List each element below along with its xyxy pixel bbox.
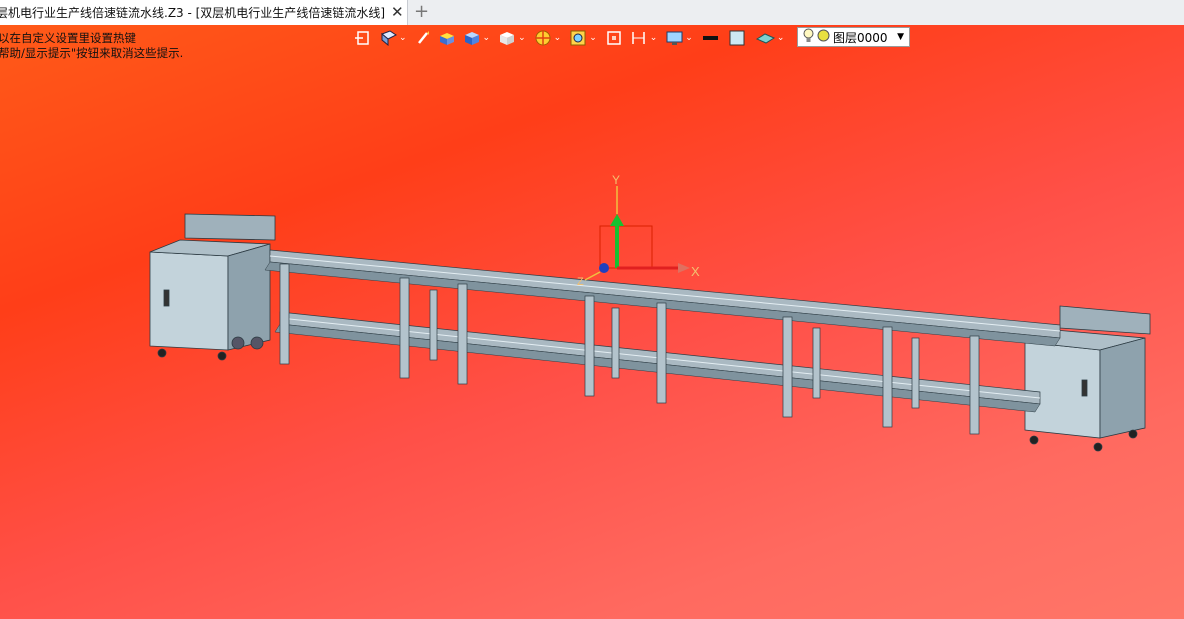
hint-line-2: 帮助/显示提示"按钮来取消这些提示.	[0, 45, 184, 60]
hint-line-1: 以在自定义设置里设置热键	[0, 31, 136, 45]
fill-color-icon[interactable]	[729, 28, 747, 48]
section-view-icon[interactable]: ⌄	[535, 28, 562, 48]
pen-icon[interactable]	[416, 28, 430, 48]
plane-icon[interactable]: ⌄	[755, 28, 785, 48]
y-axis-label: Y	[612, 173, 620, 187]
coordinate-triad: Y X Z	[577, 173, 700, 288]
layer-selector[interactable]: 图层0000 ▼	[797, 27, 910, 47]
hotkey-hint: 以在自定义设置里设置热键 帮助/显示提示"按钮来取消这些提示.	[0, 31, 183, 60]
plus-icon[interactable]: +	[414, 1, 429, 23]
document-tab-title: 层机电行业生产线倍速链流水线.Z3 - [双层机电行业生产线倍速链流水线]	[0, 6, 385, 20]
tab-bar: 层机电行业生产线倍速链流水线.Z3 - [双层机电行业生产线倍速链流水线] ✕ …	[0, 0, 1184, 26]
zoom-icon[interactable]: ⌄	[570, 28, 597, 48]
chevron-down-icon[interactable]: ⌄	[399, 33, 407, 43]
chevron-down-icon[interactable]: ▼	[897, 32, 904, 42]
chevron-down-icon[interactable]: ⌄	[554, 33, 562, 43]
z-axis-label: Z	[577, 276, 584, 288]
chevron-down-icon[interactable]: ⌄	[518, 33, 526, 43]
frame-view-icon[interactable]: ⌄	[631, 28, 658, 48]
line-color-icon[interactable]	[702, 28, 720, 48]
chevron-down-icon[interactable]: ⌄	[589, 33, 597, 43]
view-toolbar: ⌄ ⌄ ⌄ ⌄ ⌄ ⌄ ⌄ ⌄	[355, 27, 793, 49]
render-mode-icon[interactable]: ⌄	[380, 28, 407, 48]
layer-status-icon[interactable]	[817, 29, 830, 45]
x-axis-label: X	[691, 264, 700, 279]
layer-value: 图层0000	[833, 30, 888, 45]
bulb-icon[interactable]	[803, 28, 814, 46]
close-icon[interactable]: ✕	[391, 5, 404, 20]
chevron-down-icon[interactable]: ⌄	[777, 33, 785, 43]
chevron-down-icon[interactable]: ⌄	[685, 33, 693, 43]
view-select-icon[interactable]	[355, 28, 371, 48]
solid-cube-icon[interactable]: ⌄	[464, 28, 491, 48]
display-icon[interactable]: ⌄	[666, 28, 693, 48]
chevron-down-icon[interactable]: ⌄	[650, 33, 658, 43]
left-cabinet	[149, 213, 276, 361]
fit-view-icon[interactable]	[606, 28, 622, 48]
shaded-box-icon[interactable]	[439, 28, 455, 48]
document-tab[interactable]: 层机电行业生产线倍速链流水线.Z3 - [双层机电行业生产线倍速链流水线] ✕	[0, 0, 408, 25]
white-cube-icon[interactable]: ⌄	[499, 28, 526, 48]
assembly-model: Y X Z	[149, 173, 1151, 452]
3d-viewport[interactable]: Y X Z 以在自定义设置里设置热键 帮助/显示提示"按钮来取消这些提示. ⌄ …	[0, 25, 1184, 619]
chevron-down-icon[interactable]: ⌄	[483, 33, 491, 43]
